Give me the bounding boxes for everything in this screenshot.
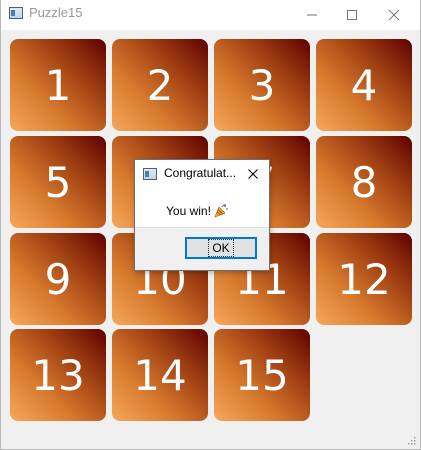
puzzle-tile[interactable]: 15 (214, 329, 310, 421)
dialog-close-button[interactable] (243, 165, 263, 183)
dialog-message-row: You win! (166, 203, 229, 219)
congratulations-dialog: Congratulat... You win! OK (134, 159, 270, 271)
puzzle-tile[interactable]: 13 (10, 329, 106, 421)
close-icon (248, 169, 258, 179)
dialog-message: You win! (166, 204, 211, 218)
puzzle-tile[interactable]: 8 (316, 136, 412, 228)
puzzle-tile[interactable]: 14 (112, 329, 208, 421)
ok-button[interactable]: OK (185, 237, 257, 259)
puzzle-tile[interactable]: 5 (10, 136, 106, 228)
ok-button-label: OK (208, 239, 234, 257)
dialog-button-bar: OK (135, 227, 269, 270)
party-popper-icon (214, 204, 228, 218)
puzzle-tile[interactable]: 1 (10, 39, 106, 131)
dialog-window-icon (143, 168, 157, 180)
main-window: Puzzle15 1 2 3 4 5 6 7 8 9 10 11 12 (0, 0, 421, 450)
puzzle-tile[interactable]: 3 (214, 39, 310, 131)
puzzle-tile[interactable]: 4 (316, 39, 412, 131)
puzzle-tile[interactable]: 12 (316, 233, 412, 325)
dialog-title: Congratulat... (164, 166, 237, 180)
puzzle-tile[interactable]: 2 (112, 39, 208, 131)
resize-grip-icon[interactable] (407, 436, 417, 446)
puzzle-tile[interactable]: 9 (10, 233, 106, 325)
